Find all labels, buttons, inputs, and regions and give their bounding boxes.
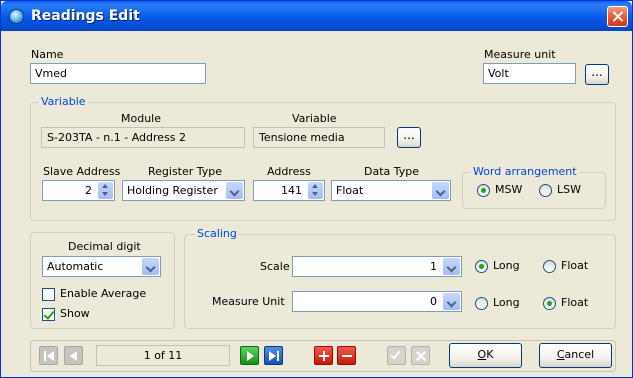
decimal-digit-value: Automatic: [47, 260, 104, 273]
msw-label: MSW: [495, 183, 523, 196]
msw-radio[interactable]: [477, 184, 490, 197]
mu-long-radio[interactable]: [475, 297, 488, 310]
scale-long-radio[interactable]: [475, 260, 488, 273]
slave-address-label: Slave Address: [43, 165, 121, 178]
record-position: 1 of 11: [96, 345, 230, 366]
mu-select[interactable]: 0: [292, 291, 462, 312]
mu-value: 0: [430, 295, 437, 308]
address-label: Address: [267, 165, 311, 178]
cancel-button[interactable]: Cancel: [539, 343, 612, 368]
mu-long-label: Long: [493, 296, 520, 309]
chevron-down-icon[interactable]: [443, 258, 460, 275]
module-label: Module: [121, 112, 161, 125]
first-record-icon[interactable]: [39, 346, 58, 365]
mu-label: Measure Unit: [212, 295, 285, 308]
title-bar[interactable]: Readings Edit: [1, 1, 632, 31]
mu-float-radio[interactable]: [543, 297, 556, 310]
show-checkbox[interactable]: [42, 308, 55, 321]
chevron-down-icon[interactable]: [226, 182, 243, 199]
register-type-value: Holding Register: [127, 184, 218, 197]
slave-address-value: 2: [85, 184, 92, 197]
scale-float-radio[interactable]: [543, 260, 556, 273]
variable-label: Variable: [292, 112, 337, 125]
scale-long-label: Long: [493, 259, 520, 272]
scale-float-label: Float: [561, 259, 589, 272]
register-type-label: Register Type: [148, 165, 223, 178]
scale-value: 1: [430, 260, 437, 273]
scaling-title: Scaling: [195, 227, 239, 240]
data-type-label: Data Type: [364, 165, 420, 178]
slave-address-spinner[interactable]: 2: [42, 180, 115, 201]
lsw-label: LSW: [557, 183, 581, 196]
name-field[interactable]: Vmed: [30, 63, 206, 84]
cancel-edit-icon[interactable]: [411, 346, 430, 365]
chevron-down-icon[interactable]: [443, 293, 460, 310]
ok-label: OK: [477, 348, 494, 361]
show-label: Show: [60, 307, 90, 320]
address-value: 141: [281, 184, 302, 197]
lsw-radio[interactable]: [539, 184, 552, 197]
data-type-select[interactable]: Float: [331, 180, 451, 201]
decimal-digit-label: Decimal digit: [68, 240, 141, 253]
delete-record-icon[interactable]: [337, 346, 356, 365]
scale-label: Scale: [260, 260, 290, 273]
address-spinner[interactable]: 141: [253, 180, 325, 201]
close-icon[interactable]: [607, 6, 628, 27]
next-record-icon[interactable]: [240, 346, 259, 365]
last-record-icon[interactable]: [264, 346, 283, 365]
variable-browse-button[interactable]: ...: [397, 127, 421, 148]
readings-edit-window: Readings Edit Name Vmed Measure unit Vol…: [0, 0, 633, 378]
add-record-icon[interactable]: [314, 346, 333, 365]
chevron-down-icon[interactable]: [432, 182, 449, 199]
enable-average-checkbox[interactable]: [42, 288, 55, 301]
register-type-select[interactable]: Holding Register: [122, 180, 245, 201]
measure-unit-field[interactable]: Volt: [483, 63, 576, 84]
decimal-digit-select[interactable]: Automatic: [42, 256, 161, 277]
variable-group-title: Variable: [39, 95, 88, 108]
data-type-value: Float: [336, 184, 364, 197]
ok-button[interactable]: OK: [449, 343, 522, 368]
enable-average-label: Enable Average: [60, 287, 147, 300]
spin-arrows-icon[interactable]: [98, 182, 113, 199]
module-value: S-203TA - n.1 - Address 2: [41, 127, 245, 148]
cancel-label: Cancel: [556, 348, 595, 361]
scale-select[interactable]: 1: [292, 256, 462, 277]
scaling-group: [184, 234, 616, 329]
chevron-down-icon[interactable]: [142, 258, 159, 275]
confirm-edit-icon[interactable]: [387, 346, 406, 365]
app-icon: [9, 9, 24, 24]
measure-unit-label: Measure unit: [484, 48, 556, 61]
measure-unit-browse-button[interactable]: ...: [585, 64, 609, 85]
spin-arrows-icon[interactable]: [308, 182, 323, 199]
previous-record-icon[interactable]: [64, 346, 83, 365]
name-label: Name: [31, 48, 64, 61]
word-arrangement-title: Word arrangement: [471, 165, 579, 178]
mu-float-label: Float: [561, 296, 589, 309]
window-title: Readings Edit: [31, 8, 140, 24]
variable-value: Tensione media: [253, 127, 385, 148]
